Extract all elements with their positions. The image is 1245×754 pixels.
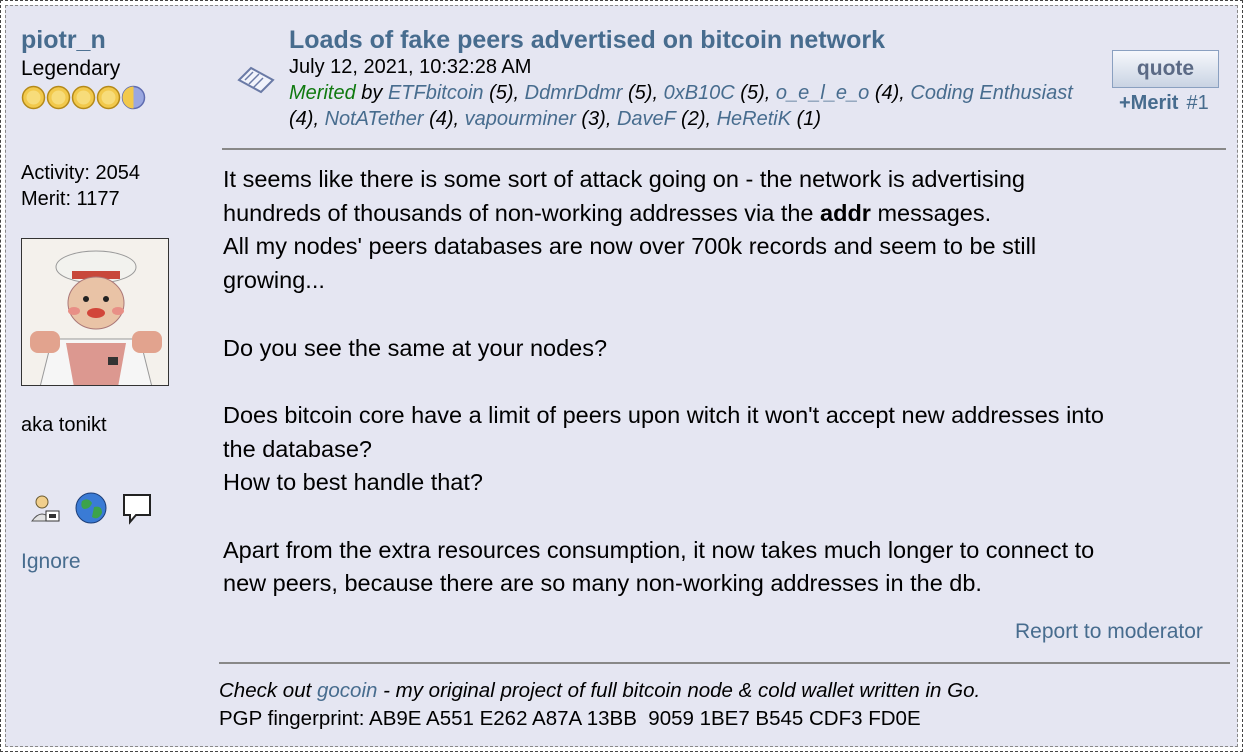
personal-message-icon[interactable] bbox=[120, 491, 154, 525]
coin-icon bbox=[21, 85, 46, 110]
header-divider bbox=[222, 148, 1226, 150]
merit-count-text: (4), bbox=[423, 108, 465, 130]
merit-user-link[interactable]: HeRetiK bbox=[717, 108, 791, 130]
merit-user-link[interactable]: ETFbitcoin bbox=[388, 82, 484, 104]
coin-icon bbox=[46, 85, 71, 110]
merit-user-link[interactable]: DaveF bbox=[617, 108, 676, 130]
merit-count-text: (5), bbox=[483, 82, 525, 104]
body-line: growing... bbox=[223, 267, 325, 294]
signature-divider bbox=[219, 662, 1230, 664]
merit-count-text: (5), bbox=[734, 82, 776, 104]
post-title-link[interactable]: Loads of fake peers advertised on bitcoi… bbox=[289, 26, 1079, 54]
merit-user-link[interactable]: Coding Enthusiast bbox=[910, 82, 1072, 104]
add-merit-link[interactable]: +Merit bbox=[1119, 92, 1178, 114]
quote-button[interactable]: quote bbox=[1112, 50, 1219, 88]
body-line: Do you see the same at your nodes? bbox=[223, 334, 608, 361]
merit-count-text: (1) bbox=[791, 108, 822, 130]
body-text-span: messages. bbox=[870, 199, 992, 226]
activity-count: Activity: 2054 bbox=[21, 162, 140, 184]
avatar-image bbox=[22, 239, 168, 385]
merited-by-text: by bbox=[355, 82, 388, 104]
body-line: All my nodes' peers databases are now ov… bbox=[223, 233, 1037, 260]
signature-text: Check out bbox=[219, 679, 317, 702]
merit-count-text: (4), bbox=[869, 82, 911, 104]
pgp-fingerprint: PGP fingerprint: AB9E A551 E262 A87A 13B… bbox=[219, 707, 921, 730]
profile-icon[interactable] bbox=[28, 491, 62, 525]
poster-rank: Legendary bbox=[21, 57, 121, 80]
body-line: hundreds of thousands of non-working add… bbox=[223, 197, 1223, 231]
poster-stats: Activity: 2054 Merit: 1177 bbox=[21, 160, 140, 212]
merit-count-text: (3), bbox=[575, 108, 617, 130]
bold-text: addr bbox=[820, 199, 871, 226]
personal-text: aka tonikt bbox=[21, 414, 107, 436]
post-body: It seems like there is some sort of atta… bbox=[223, 163, 1223, 601]
profile-icons bbox=[28, 491, 154, 525]
post-number-link[interactable]: #1 bbox=[1186, 92, 1208, 114]
merit-user-link[interactable]: 0xB10C bbox=[664, 82, 735, 104]
rank-stars bbox=[21, 85, 201, 110]
body-line: the database? bbox=[223, 435, 372, 462]
merit-user-link[interactable]: o_e_l_e_o bbox=[776, 82, 869, 104]
coin-icon bbox=[71, 85, 96, 110]
body-line: How to best handle that? bbox=[223, 469, 483, 496]
merit-user-link[interactable]: NotATether bbox=[325, 108, 424, 130]
body-line: Apart from the extra resources consumpti… bbox=[223, 536, 1095, 563]
body-text-span: hundreds of thousands of non-working add… bbox=[223, 199, 821, 226]
merit-count-text: (2), bbox=[675, 108, 717, 130]
gocoin-link[interactable]: gocoin bbox=[317, 679, 377, 702]
post-header: Loads of fake peers advertised on bitcoi… bbox=[289, 26, 1079, 132]
merit-user-link[interactable]: DdmrDdmr bbox=[525, 82, 623, 104]
body-line: It seems like there is some sort of atta… bbox=[223, 166, 1025, 192]
body-line: Does bitcoin core have a limit of peers … bbox=[223, 401, 1104, 428]
poster-info: piotr_n Legendary bbox=[21, 26, 201, 110]
ignore-link[interactable]: Ignore bbox=[21, 550, 81, 574]
merit-count-text: (5), bbox=[622, 82, 664, 104]
merited-label: Merited bbox=[289, 82, 356, 104]
merit-count-text: (4), bbox=[289, 108, 325, 130]
topic-icon bbox=[237, 66, 275, 94]
merited-by-line: Merited by ETFbitcoin (5), DdmrDdmr (5),… bbox=[289, 80, 1079, 132]
coin-icon bbox=[96, 85, 121, 110]
signature: Check out gocoin - my original project o… bbox=[219, 677, 980, 733]
report-to-moderator-link[interactable]: Report to moderator bbox=[1015, 620, 1203, 644]
merit-count: Merit: 1177 bbox=[21, 188, 120, 210]
post-date: July 12, 2021, 10:32:28 AM bbox=[289, 56, 532, 78]
avatar bbox=[21, 238, 169, 386]
merit-user-link[interactable]: vapourminer bbox=[465, 108, 576, 130]
signature-line: Check out gocoin - my original project o… bbox=[219, 677, 980, 705]
merit-controls: +Merit #1 bbox=[1119, 92, 1209, 115]
half-coin-icon bbox=[121, 85, 146, 110]
signature-text: - my original project of full bitcoin no… bbox=[377, 679, 981, 702]
website-globe-icon[interactable] bbox=[74, 491, 108, 525]
poster-name-link[interactable]: piotr_n bbox=[21, 26, 201, 55]
body-line: new peers, because there are so many non… bbox=[223, 570, 982, 597]
